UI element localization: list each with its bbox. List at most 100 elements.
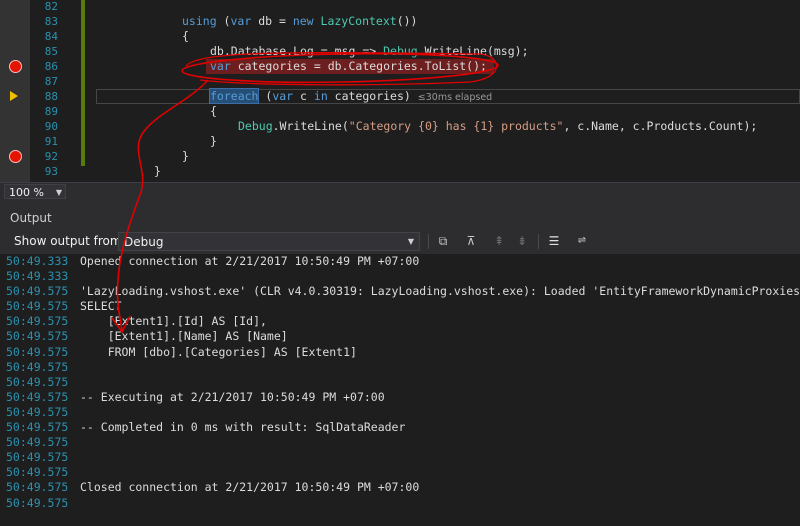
line-number: 84: [44, 30, 58, 43]
output-message: 'LazyLoading.vshost.exe' (CLR v4.0.30319…: [80, 284, 800, 299]
output-line: 50:49.575: [0, 435, 800, 450]
code-line[interactable]: 82: [0, 0, 800, 14]
find-in-output-icon[interactable]: ⧉: [435, 233, 451, 249]
output-timestamp: 50:49.575: [6, 299, 69, 314]
panel-splitter[interactable]: [0, 201, 800, 209]
code-text: {: [210, 104, 217, 118]
line-number: 91: [44, 135, 58, 148]
output-line: 50:49.575 'LazyLoading.vshost.exe' (CLR v…: [0, 284, 800, 299]
line-number: 88: [44, 90, 58, 103]
editor-status-bar: 100 % ▼: [0, 182, 800, 201]
output-line: 50:49.575 -- Completed in 0 ms with resul…: [0, 420, 800, 435]
output-line: 50:49.333: [0, 269, 800, 284]
output-line: 50:49.575: [0, 405, 800, 420]
code-text: }: [210, 134, 217, 148]
code-line[interactable]: 86 var categories = db.Categories.ToList(…: [0, 59, 800, 74]
output-message: Closed connection at 2/21/2017 10:50:49 …: [80, 480, 420, 495]
output-timestamp: 50:49.575: [6, 420, 69, 435]
breakpoint-icon[interactable]: [9, 60, 22, 73]
code-text: }: [182, 149, 189, 163]
output-source-value: Debug: [124, 235, 164, 249]
code-text: db.Database.Log = msg => Debug.WriteLine…: [210, 44, 529, 58]
toolbar-separator: [428, 234, 429, 249]
output-panel-title: Output: [10, 211, 52, 225]
go-to-next-icon[interactable]: ⇟: [514, 233, 530, 249]
output-timestamp: 50:49.575: [6, 374, 69, 389]
code-line[interactable]: 92}: [0, 149, 800, 164]
output-line: 50:49.575 FROM [dbo].[Categories] AS [Ex…: [0, 345, 800, 360]
toggle-word-wrap-icon[interactable]: ⇌: [574, 233, 590, 249]
output-message: [Extent1].[Name] AS [Name]: [80, 329, 288, 344]
code-line[interactable]: 93}: [0, 164, 800, 179]
code-text: Debug.WriteLine("Category {0} has {1} pr…: [238, 119, 758, 133]
output-timestamp: 50:49.575: [6, 284, 69, 299]
output-line: 50:49.575: [0, 450, 800, 465]
chevron-down-icon[interactable]: ▼: [408, 233, 414, 251]
line-number: 89: [44, 105, 58, 118]
output-line: 50:49.575 SELECT: [0, 299, 800, 314]
code-line[interactable]: 85 db.Database.Log = msg => Debug.WriteLi…: [0, 44, 800, 59]
show-output-from-label: Show output from:: [14, 234, 126, 248]
output-message: FROM [dbo].[Categories] AS [Extent1]: [80, 344, 357, 359]
output-line: 50:49.575: [0, 465, 800, 480]
go-to-previous-icon[interactable]: ⇞: [491, 233, 507, 249]
code-line[interactable]: 89 {: [0, 104, 800, 119]
code-text: foreach (var c in categories) ≤30ms elap…: [208, 88, 493, 104]
output-line: 50:49.575: [0, 496, 800, 511]
output-message: -- Executing at 2/21/2017 10:50:49 PM +0…: [80, 389, 385, 404]
output-timestamp: 50:49.575: [6, 344, 69, 359]
chevron-down-icon[interactable]: ▼: [56, 185, 62, 200]
code-text: using (var db = new LazyContext()): [182, 14, 418, 28]
line-number: 87: [44, 75, 58, 88]
output-timestamp: 50:49.575: [6, 329, 69, 344]
line-number: 93: [44, 165, 58, 178]
zoom-level-value: 100 %: [9, 186, 44, 199]
code-line[interactable]: 90 Debug.WriteLine("Category {0} has {1} …: [0, 119, 800, 134]
output-toolbar: Show output from: Debug ▼ ⧉ ⊼ ⇞ ⇟ ☰ ⇌: [0, 229, 800, 254]
code-line[interactable]: 88 foreach (var c in categories) ≤30ms el…: [0, 88, 800, 104]
output-line: 50:49.575 [Extent1].[Id] AS [Id],: [0, 314, 800, 329]
line-number: 83: [44, 15, 58, 28]
code-text: {: [182, 29, 189, 43]
output-timestamp: 50:49.575: [6, 389, 69, 404]
code-line[interactable]: 84 {: [0, 29, 800, 44]
output-timestamp: 50:49.575: [6, 359, 69, 374]
output-text-area[interactable]: 50:49.333 Opened connection at 2/21/2017 …: [0, 254, 800, 526]
previous-message-icon[interactable]: ⊼: [463, 233, 479, 249]
line-number: 92: [44, 150, 58, 163]
output-timestamp: 50:49.333: [6, 254, 69, 268]
output-panel-header: Output: [0, 209, 800, 229]
current-statement-arrow-icon: [10, 91, 18, 101]
output-timestamp: 50:49.575: [6, 314, 69, 329]
output-timestamp: 50:49.575: [6, 404, 69, 419]
output-message: Opened connection at 2/21/2017 10:50:49 …: [80, 254, 420, 268]
code-text: }: [154, 164, 161, 178]
output-message: -- Completed in 0 ms with result: SqlDat…: [80, 420, 406, 435]
output-timestamp: 50:49.575: [6, 480, 69, 495]
code-line[interactable]: 91}: [0, 134, 800, 149]
clear-all-icon[interactable]: ☰: [546, 233, 562, 249]
code-line[interactable]: 83 using (var db = new LazyContext()): [0, 14, 800, 29]
output-timestamp: 50:49.333: [6, 269, 69, 284]
line-number: 90: [44, 120, 58, 133]
output-line: 50:49.575 -- Executing at 2/21/2017 10:50…: [0, 390, 800, 405]
line-number: 82: [44, 0, 58, 13]
output-line: 50:49.575 Closed connection at 2/21/2017 …: [0, 480, 800, 495]
output-timestamp: 50:49.575: [6, 435, 69, 450]
output-timestamp: 50:49.575: [6, 495, 69, 510]
code-editor[interactable]: 82 83 using (var db = new LazyContext()) 84…: [0, 0, 800, 182]
output-source-select[interactable]: Debug ▼: [118, 232, 420, 251]
output-line: 50:49.575: [0, 375, 800, 390]
code-text: var categories = db.Categories.ToList();: [210, 59, 487, 73]
line-number: 86: [44, 60, 58, 73]
line-number: 85: [44, 45, 58, 58]
zoom-level-combo[interactable]: 100 % ▼: [4, 184, 66, 199]
output-line: 50:49.575: [0, 360, 800, 375]
code-line[interactable]: 87: [0, 74, 800, 89]
output-timestamp: 50:49.575: [6, 465, 69, 480]
output-timestamp: 50:49.575: [6, 450, 69, 465]
toolbar-separator: [538, 234, 539, 249]
breakpoint-icon[interactable]: [9, 150, 22, 163]
output-message: SELECT: [80, 299, 122, 314]
output-line: 50:49.333 Opened connection at 2/21/2017 …: [0, 254, 800, 269]
